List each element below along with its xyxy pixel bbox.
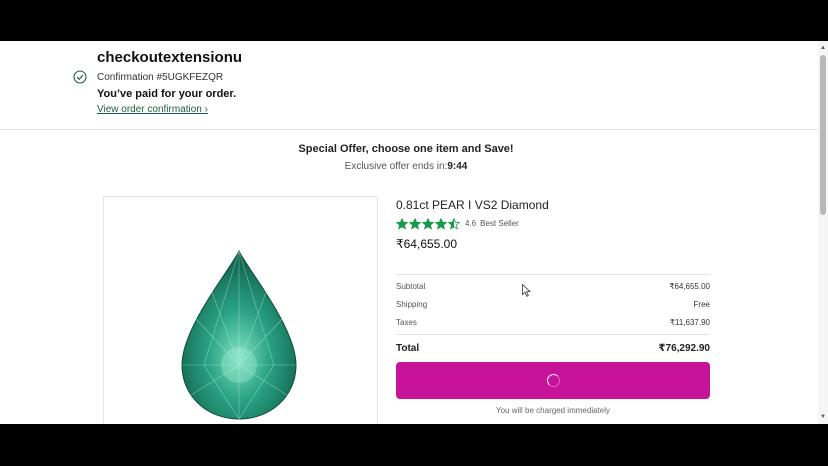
total-value: ₹76,292.90 [658,343,710,354]
divider [396,274,710,275]
confirmation-number: Confirmation #5UGKFEZQR [97,72,224,83]
product-image[interactable] [103,196,378,424]
rating-value: 4.6 [465,219,477,228]
shipping-label: Shipping [396,300,428,309]
product-price: ₹64,655.00 [396,237,458,251]
countdown-timer: 9:44 [447,161,468,172]
shipping-value: Free [693,300,710,309]
subtotal-row: Subtotal ₹64,655.00 [396,282,710,291]
vertical-scrollbar[interactable]: ▲ ▼ [818,41,828,424]
subtotal-label: Subtotal [396,282,426,291]
mouse-cursor-icon [522,284,531,297]
total-label: Total [396,343,420,354]
store-name: checkoutextensionu [97,49,243,66]
star-icon [435,217,447,230]
scrollbar-thumb[interactable] [820,55,826,215]
paid-message: You’ve paid for your order. [97,88,237,100]
page: checkoutextensionu Confirmation #5UGKFEZ… [0,41,828,424]
divider [396,334,710,335]
view-order-confirmation-link[interactable]: View order confirmation › [97,104,208,115]
offer-title: Special Offer, choose one item and Save! [298,143,514,155]
star-icon [409,217,421,230]
total-row: Total ₹76,292.90 [396,343,710,354]
product-title: 0.81ct PEAR I VS2 Diamond [396,198,549,212]
check-circle-icon [73,70,87,84]
pay-now-button[interactable] [396,362,710,399]
order-header: checkoutextensionu Confirmation #5UGKFEZ… [0,41,818,130]
offer-ends-label: Exclusive offer ends in: [344,161,448,172]
star-icon [422,217,434,230]
scroll-up-arrow-icon[interactable]: ▲ [818,43,828,53]
taxes-label: Taxes [396,318,417,327]
subtotal-value: ₹64,655.00 [669,282,710,291]
star-icon [448,217,460,230]
pear-diamond-image [181,249,297,420]
shipping-row: Shipping Free [396,300,710,309]
star-icon [396,217,408,230]
spinner-icon [546,374,560,387]
scroll-down-arrow-icon[interactable]: ▼ [818,412,828,422]
offer-countdown: Exclusive offer ends in:9:44 [0,161,812,172]
rating-stars [396,217,461,230]
charged-note: You will be charged immediately [496,406,610,415]
taxes-value: ₹11,637.90 [669,318,710,327]
best-seller-badge: Best Seller [480,219,519,228]
star-rating: 4.6 Best Seller [396,217,519,230]
taxes-row: Taxes ₹11,637.90 [396,318,710,327]
